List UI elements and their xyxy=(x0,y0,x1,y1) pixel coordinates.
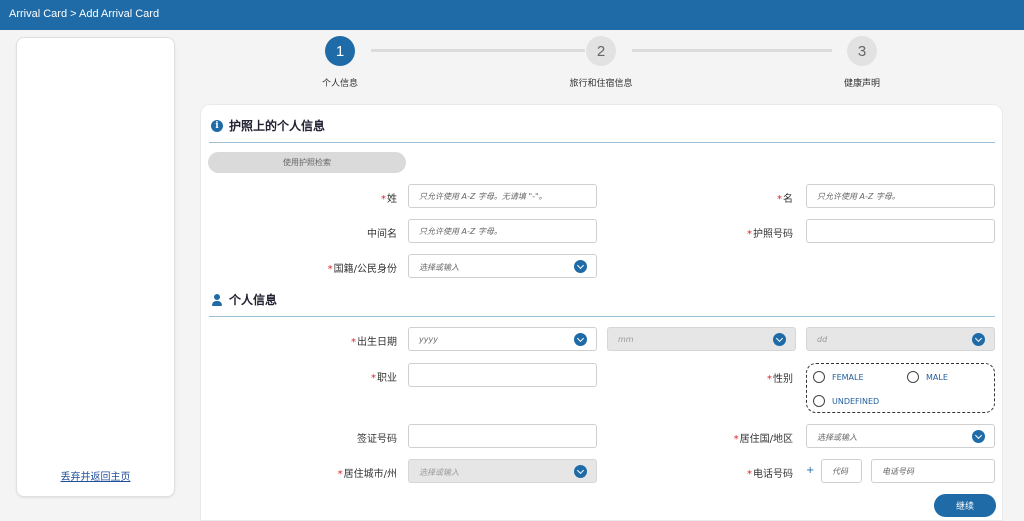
step-1-circle[interactable]: 1 xyxy=(325,36,355,66)
middle-name-label: 中间名 xyxy=(367,229,397,240)
phone-plus-sign: + xyxy=(806,465,815,476)
step-connector xyxy=(371,49,585,52)
form-card: i 护照上的个人信息 使用护照检索 *姓 *名 中间名 *护照号码 *国籍/公民… xyxy=(200,104,1003,521)
radio-circle-icon xyxy=(907,371,919,383)
occupation-field[interactable] xyxy=(408,363,597,387)
dob-day-placeholder: dd xyxy=(817,335,828,344)
nationality-placeholder: 选择或输入 xyxy=(419,263,459,272)
top-bar: Arrival Card > Add Arrival Card xyxy=(0,0,1024,30)
middle-name-field[interactable] xyxy=(408,219,597,243)
residence-country-placeholder: 选择或输入 xyxy=(817,433,857,442)
passport-number-field[interactable] xyxy=(806,219,995,243)
passport-section-heading: i 护照上的个人信息 xyxy=(211,117,325,134)
occupation-label: *职业 xyxy=(371,373,397,384)
gender-female-radio[interactable]: FEMALE xyxy=(813,371,864,383)
given-name-field[interactable] xyxy=(806,184,995,208)
gender-male-radio[interactable]: MALE xyxy=(907,371,948,383)
sidebar: 丢弃并返回主页 xyxy=(16,37,175,497)
radio-circle-icon xyxy=(813,371,825,383)
visa-number-input[interactable] xyxy=(409,425,596,447)
chevron-down-icon[interactable] xyxy=(972,333,985,346)
dob-year-placeholder: yyyy xyxy=(419,335,438,344)
discard-return-home-link[interactable]: 丢弃并返回主页 xyxy=(17,468,174,483)
chevron-down-icon[interactable] xyxy=(574,260,587,273)
surname-input[interactable] xyxy=(409,185,596,207)
step-3-circle[interactable]: 3 xyxy=(847,36,877,66)
section-divider xyxy=(209,142,995,143)
continue-button[interactable]: 继续 xyxy=(934,494,996,517)
chevron-down-icon[interactable] xyxy=(773,333,786,346)
chevron-down-icon[interactable] xyxy=(574,465,587,478)
surname-label: *姓 xyxy=(381,194,397,205)
step-3-label: 健康声明 xyxy=(843,79,881,89)
personal-section-heading: 个人信息 xyxy=(211,291,277,308)
progress-stepper: 1 个人信息 2 旅行和住宿信息 3 健康声明 xyxy=(200,34,1000,94)
dob-month-select[interactable]: mm xyxy=(607,327,796,351)
dob-year-select[interactable]: yyyy xyxy=(408,327,597,351)
step-2-label: 旅行和住宿信息 xyxy=(569,79,633,89)
info-icon: i xyxy=(211,119,223,132)
visa-number-label: 签证号码 xyxy=(357,434,397,445)
residence-city-select[interactable]: 选择或输入 xyxy=(408,459,597,483)
chevron-down-icon[interactable] xyxy=(972,430,985,443)
passport-section-title: 护照上的个人信息 xyxy=(229,119,326,133)
given-name-label: *名 xyxy=(777,194,793,205)
gender-undefined-radio[interactable]: UNDEFINED xyxy=(813,395,879,407)
surname-field[interactable] xyxy=(408,184,597,208)
gender-label: *性别 xyxy=(767,374,793,385)
person-icon xyxy=(211,293,223,306)
occupation-input[interactable] xyxy=(409,364,596,386)
breadcrumb: Arrival Card > Add Arrival Card xyxy=(9,8,160,20)
dob-label: *出生日期 xyxy=(351,337,397,348)
radio-circle-icon xyxy=(813,395,825,407)
gender-radio-group: FEMALE MALE UNDEFINED xyxy=(806,363,995,413)
passport-number-label: *护照号码 xyxy=(747,229,793,240)
residence-country-select[interactable]: 选择或输入 xyxy=(806,424,995,448)
phone-label: *电话号码 xyxy=(747,469,793,480)
section-divider xyxy=(209,316,995,317)
chevron-down-icon[interactable] xyxy=(574,333,587,346)
step-connector xyxy=(632,49,832,52)
step-1-label: 个人信息 xyxy=(321,79,359,89)
dob-day-select[interactable]: dd xyxy=(806,327,995,351)
residence-city-label: *居住城市/州 xyxy=(337,469,397,480)
given-name-input[interactable] xyxy=(807,185,994,207)
passport-number-input[interactable] xyxy=(807,220,994,242)
nationality-label: *国籍/公民身份 xyxy=(327,264,397,275)
phone-number-field[interactable] xyxy=(871,459,995,483)
personal-section-title: 个人信息 xyxy=(229,293,278,307)
step-2-circle[interactable]: 2 xyxy=(586,36,616,66)
scan-passport-button[interactable]: 使用护照检索 xyxy=(208,152,406,173)
visa-number-field[interactable] xyxy=(408,424,597,448)
residence-city-placeholder: 选择或输入 xyxy=(419,468,459,477)
phone-number-input[interactable] xyxy=(872,460,994,482)
phone-code-field[interactable] xyxy=(821,459,862,483)
phone-code-input[interactable] xyxy=(822,460,861,482)
dob-month-placeholder: mm xyxy=(618,335,634,344)
nationality-select[interactable]: 选择或输入 xyxy=(408,254,597,278)
residence-country-label: *居住国/地区 xyxy=(733,434,793,445)
middle-name-input[interactable] xyxy=(409,220,596,242)
